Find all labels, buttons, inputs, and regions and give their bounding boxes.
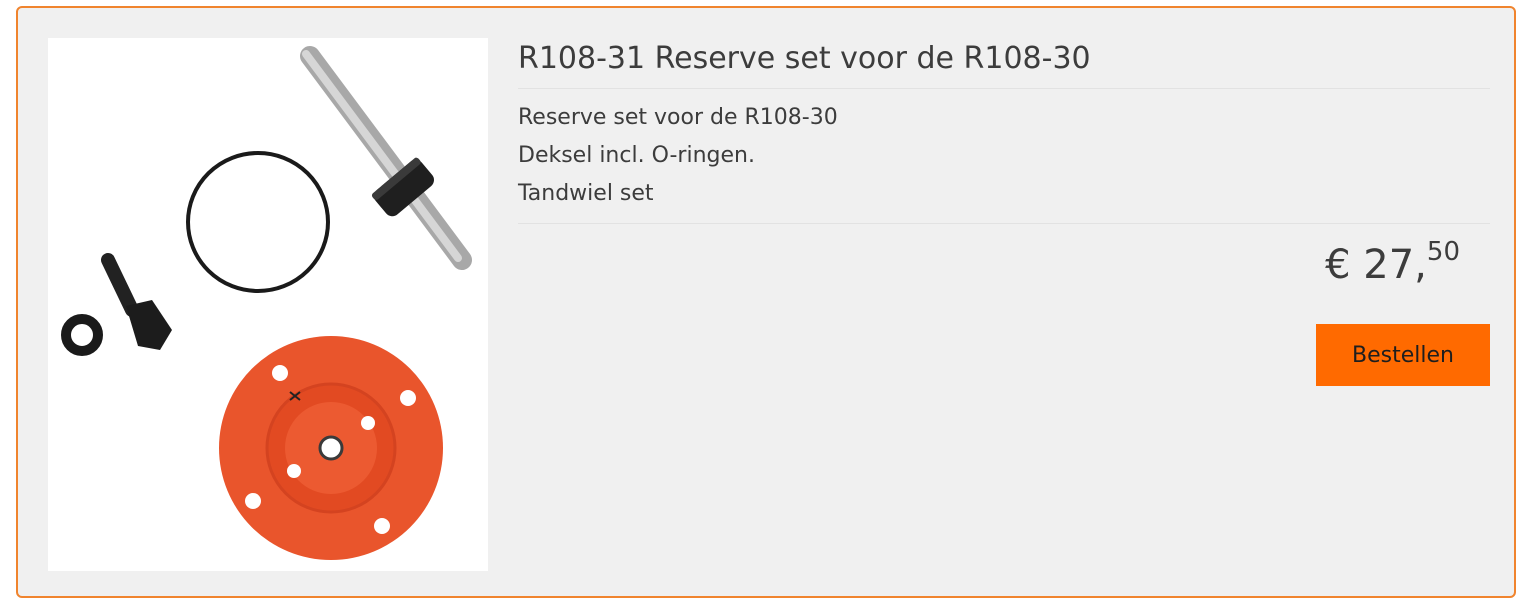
product-title: R108-31 Reserve set voor de R108-30 xyxy=(518,38,1490,89)
spare-parts-photo-icon xyxy=(61,46,472,560)
product-card: R108-31 Reserve set voor de R108-30 Rese… xyxy=(16,6,1516,598)
pinion-gear-icon xyxy=(101,253,172,350)
orange-lid-icon xyxy=(219,336,443,560)
price-whole: 27, xyxy=(1363,242,1427,288)
product-info: R108-31 Reserve set voor de R108-30 Rese… xyxy=(518,38,1490,386)
product-image[interactable] xyxy=(48,38,488,571)
order-button[interactable]: Bestellen xyxy=(1316,324,1490,386)
product-description: Reserve set voor de R108-30 Deksel incl.… xyxy=(518,89,1490,224)
price-currency: € xyxy=(1325,242,1351,288)
o-ring-icon xyxy=(186,151,330,293)
product-price: € 27,50 xyxy=(1325,237,1460,288)
description-line: Tandwiel set xyxy=(518,181,654,206)
description-line: Deksel incl. O-ringen. xyxy=(518,143,755,168)
description-line: Reserve set voor de R108-30 xyxy=(518,105,838,130)
price-cents: 50 xyxy=(1426,237,1460,267)
washer-icon xyxy=(61,314,103,356)
